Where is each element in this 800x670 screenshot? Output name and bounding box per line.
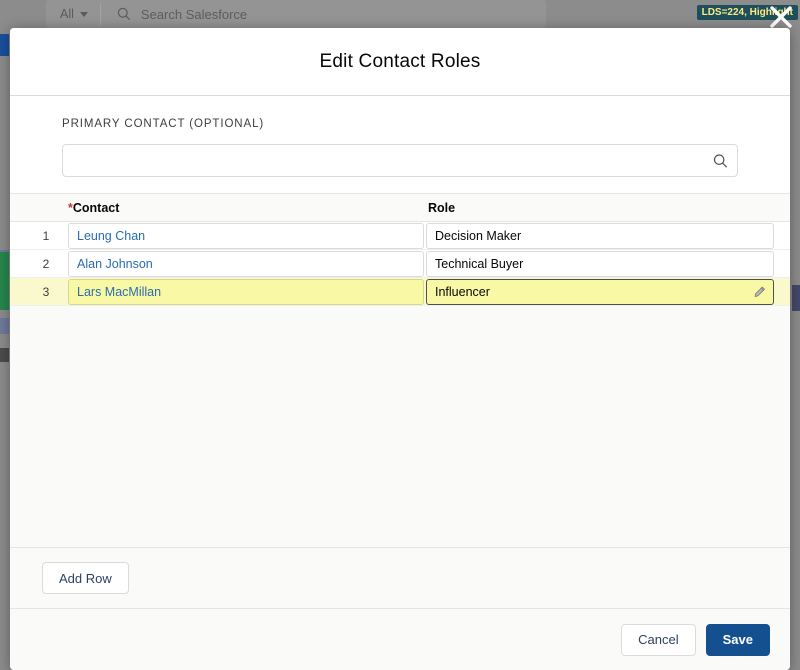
grid-header-contact: *Contact xyxy=(68,199,428,217)
row-number: 2 xyxy=(24,257,68,271)
table-row[interactable]: 1 Leung Chan Decision Maker xyxy=(10,222,790,250)
contact-cell[interactable]: Leung Chan xyxy=(68,223,424,249)
search-scope-selector[interactable]: All xyxy=(46,3,101,25)
edit-contact-roles-modal: Edit Contact Roles PRIMARY CONTACT (OPTI… xyxy=(10,28,790,670)
contact-cell[interactable]: Alan Johnson xyxy=(68,251,424,277)
save-button[interactable]: Save xyxy=(706,624,770,656)
contact-roles-grid: *Contact Role 1 Leung Chan Decision Make… xyxy=(10,193,790,547)
add-row-bar: Add Row xyxy=(10,547,790,608)
grid-header-role: Role xyxy=(428,199,790,217)
contact-link[interactable]: Lars MacMillan xyxy=(77,285,161,299)
pencil-icon[interactable] xyxy=(753,285,766,298)
bg-status-sliver xyxy=(0,252,9,310)
bg-nav-sliver xyxy=(0,34,9,56)
role-value: Influencer xyxy=(435,285,490,299)
row-number: 3 xyxy=(24,285,68,299)
role-cell[interactable]: Influencer xyxy=(426,279,774,305)
contact-link[interactable]: Leung Chan xyxy=(77,229,145,243)
bg-row-sliver-2 xyxy=(0,318,9,334)
modal-body: PRIMARY CONTACT (OPTIONAL) *Contact xyxy=(10,96,790,608)
search-input[interactable]: Search Salesforce xyxy=(141,7,247,22)
modal-title: Edit Contact Roles xyxy=(320,51,481,73)
table-row[interactable]: 3 Lars MacMillan Influencer xyxy=(10,278,790,306)
table-row[interactable]: 2 Alan Johnson Technical Buyer xyxy=(10,250,790,278)
add-row-button[interactable]: Add Row xyxy=(42,562,129,594)
global-search-bar[interactable]: All Search Salesforce xyxy=(46,0,546,28)
chevron-down-icon xyxy=(80,12,88,17)
modal-footer: Cancel Save xyxy=(10,608,790,670)
grid-header-contact-label: Contact xyxy=(73,201,120,215)
global-header: All Search Salesforce xyxy=(0,0,800,28)
contact-cell[interactable]: Lars MacMillan xyxy=(68,279,424,305)
primary-contact-input[interactable] xyxy=(62,144,738,177)
primary-contact-label: PRIMARY CONTACT (OPTIONAL) xyxy=(62,118,738,130)
modal-header: Edit Contact Roles xyxy=(10,28,790,96)
role-cell[interactable]: Decision Maker xyxy=(426,223,774,249)
cancel-button[interactable]: Cancel xyxy=(621,624,695,656)
role-value: Decision Maker xyxy=(435,229,521,243)
row-number: 1 xyxy=(24,229,68,243)
search-scope-label: All xyxy=(60,7,74,21)
role-value: Technical Buyer xyxy=(435,257,523,271)
search-icon xyxy=(117,7,131,21)
grid-header-role-label: Role xyxy=(428,201,455,215)
role-cell[interactable]: Technical Buyer xyxy=(426,251,774,277)
bg-right-sliver xyxy=(792,285,800,311)
primary-contact-section: PRIMARY CONTACT (OPTIONAL) xyxy=(10,96,790,193)
bg-icon-sliver xyxy=(0,348,9,362)
contact-link[interactable]: Alan Johnson xyxy=(77,257,153,271)
search-icon[interactable] xyxy=(713,153,728,168)
primary-contact-lookup xyxy=(62,144,738,177)
grid-header-row: *Contact Role xyxy=(10,194,790,222)
